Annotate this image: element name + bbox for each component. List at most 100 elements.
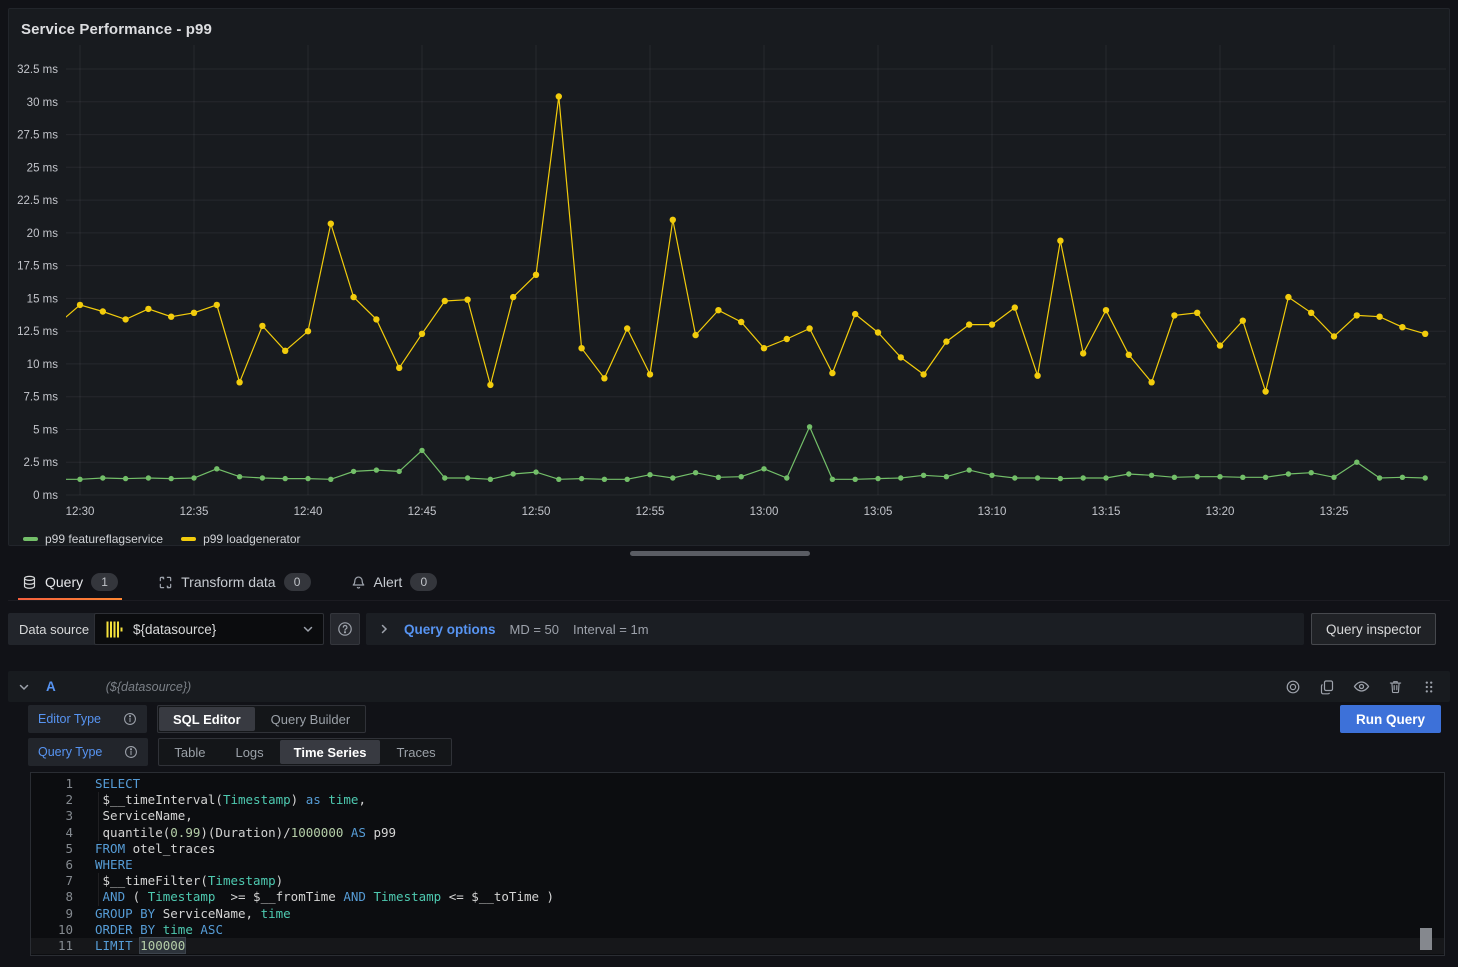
svg-text:12:30: 12:30 bbox=[66, 506, 95, 518]
code-line[interactable]: 5FROM otel_traces bbox=[31, 841, 1444, 857]
editor-type-row: Editor Type SQL EditorQuery Builder bbox=[28, 705, 366, 733]
svg-text:30 ms: 30 ms bbox=[27, 97, 59, 109]
query-options-link[interactable]: Query options bbox=[404, 622, 496, 637]
query-type-label-chip: Query Type bbox=[28, 738, 148, 766]
code-line[interactable]: 9GROUP BY ServiceName, time bbox=[31, 906, 1444, 922]
svg-text:12:45: 12:45 bbox=[408, 506, 437, 518]
code-line[interactable]: 10ORDER BY time ASC bbox=[31, 922, 1444, 938]
line-number: 1 bbox=[31, 776, 73, 792]
svg-text:13:05: 13:05 bbox=[864, 506, 893, 518]
timeseries-chart[interactable]: 0 ms2.5 ms5 ms7.5 ms10 ms12.5 ms15 ms17.… bbox=[9, 9, 1451, 547]
query-type-time-series[interactable]: Time Series bbox=[280, 740, 381, 764]
database-icon bbox=[22, 575, 37, 590]
editor-type-query-builder[interactable]: Query Builder bbox=[257, 707, 364, 731]
legend-item[interactable]: p99 loadgenerator bbox=[181, 532, 300, 546]
chart-legend: p99 featureflagservice p99 loadgenerator bbox=[23, 532, 301, 546]
legend-item[interactable]: p99 featureflagservice bbox=[23, 532, 163, 546]
line-number: 5 bbox=[31, 841, 73, 857]
info-circle-icon bbox=[123, 712, 137, 726]
legend-series-color bbox=[181, 537, 196, 541]
collapse-chevron-icon[interactable] bbox=[18, 681, 30, 693]
svg-text:27.5 ms: 27.5 ms bbox=[17, 130, 58, 142]
svg-text:25 ms: 25 ms bbox=[27, 162, 59, 174]
line-number: 2 bbox=[31, 792, 73, 808]
editor-type-options: SQL EditorQuery Builder bbox=[157, 705, 366, 733]
line-number: 3 bbox=[31, 808, 73, 824]
editor-type-sql-editor[interactable]: SQL Editor bbox=[159, 707, 255, 731]
svg-text:12:35: 12:35 bbox=[180, 506, 209, 518]
legend-series-label: p99 loadgenerator bbox=[203, 532, 300, 546]
line-number: 9 bbox=[31, 906, 73, 922]
query-type-options: TableLogsTime SeriesTraces bbox=[158, 738, 451, 766]
code-line[interactable]: 2 $__timeInterval(Timestamp) as time, bbox=[31, 792, 1444, 808]
query-ref-id: A bbox=[46, 679, 56, 694]
tab-count-badge: 0 bbox=[410, 573, 437, 591]
max-data-points-stat: MD = 50 bbox=[510, 622, 560, 637]
drag-handle-icon[interactable] bbox=[1418, 676, 1440, 698]
query-datasource-hint: (${datasource}) bbox=[106, 680, 191, 694]
code-line[interactable]: 1SELECT bbox=[31, 776, 1444, 792]
svg-text:13:10: 13:10 bbox=[978, 506, 1007, 518]
query-type-logs[interactable]: Logs bbox=[221, 740, 277, 764]
ring-icon[interactable] bbox=[1282, 676, 1304, 698]
datasource-value: ${datasource} bbox=[133, 622, 294, 637]
chevron-down-icon bbox=[302, 623, 314, 635]
query-type-table[interactable]: Table bbox=[160, 740, 219, 764]
interval-stat: Interval = 1m bbox=[573, 622, 649, 637]
svg-text:22.5 ms: 22.5 ms bbox=[17, 195, 58, 207]
svg-text:13:15: 13:15 bbox=[1092, 506, 1121, 518]
editor-tabs: Query 1 Transform data 0 Alert 0 bbox=[8, 564, 1450, 601]
query-actions bbox=[1282, 676, 1440, 698]
tab-label: Alert bbox=[374, 574, 403, 590]
editor-scrollbar-thumb[interactable] bbox=[1420, 928, 1432, 950]
line-number: 6 bbox=[31, 857, 73, 873]
trash-icon[interactable] bbox=[1384, 676, 1406, 698]
line-number: 10 bbox=[31, 922, 73, 938]
tab-label: Transform data bbox=[181, 574, 275, 590]
svg-text:17.5 ms: 17.5 ms bbox=[17, 261, 58, 273]
query-type-row: Query Type TableLogsTime SeriesTraces bbox=[28, 738, 452, 766]
run-query-button[interactable]: Run Query bbox=[1340, 705, 1441, 733]
code-line[interactable]: 11LIMIT 100000 bbox=[31, 938, 1444, 954]
query-row-header[interactable]: A (${datasource}) bbox=[8, 671, 1450, 702]
bell-icon bbox=[351, 575, 366, 590]
query-type-traces[interactable]: Traces bbox=[382, 740, 449, 764]
svg-text:32.5 ms: 32.5 ms bbox=[17, 64, 58, 76]
eye-icon[interactable] bbox=[1350, 676, 1372, 698]
query-type-label: Query Type bbox=[38, 745, 102, 759]
tab-query[interactable]: Query 1 bbox=[20, 564, 120, 600]
horizontal-scrollbar[interactable] bbox=[630, 551, 810, 556]
svg-text:13:20: 13:20 bbox=[1206, 506, 1235, 518]
svg-text:13:00: 13:00 bbox=[750, 506, 779, 518]
svg-text:10 ms: 10 ms bbox=[27, 359, 59, 371]
tab-count-badge: 1 bbox=[91, 573, 118, 591]
editor-type-label: Editor Type bbox=[38, 712, 101, 726]
copy-icon[interactable] bbox=[1316, 676, 1338, 698]
line-number: 11 bbox=[31, 938, 73, 954]
tab-count-badge: 0 bbox=[284, 573, 311, 591]
sql-code-editor[interactable]: 1SELECT2 $__timeInterval(Timestamp) as t… bbox=[30, 772, 1445, 956]
datasource-help-button[interactable] bbox=[330, 613, 360, 645]
line-number: 4 bbox=[31, 825, 73, 841]
query-options-bar: Query options MD = 50 Interval = 1m bbox=[366, 613, 1304, 645]
tab-transform-data[interactable]: Transform data 0 bbox=[156, 564, 312, 600]
tab-label: Query bbox=[45, 574, 83, 590]
code-line[interactable]: 7 $__timeFilter(Timestamp) bbox=[31, 873, 1444, 889]
code-line[interactable]: 8 AND ( Timestamp >= $__fromTime AND Tim… bbox=[31, 889, 1444, 905]
chevron-right-icon[interactable] bbox=[378, 623, 390, 635]
code-line[interactable]: 3 ServiceName, bbox=[31, 808, 1444, 824]
tab-alert[interactable]: Alert 0 bbox=[349, 564, 440, 600]
panel-title: Service Performance - p99 bbox=[21, 21, 212, 38]
datasource-picker[interactable]: ${datasource} bbox=[94, 613, 324, 645]
timeseries-panel: 0 ms2.5 ms5 ms7.5 ms10 ms12.5 ms15 ms17.… bbox=[8, 8, 1450, 546]
svg-text:12:40: 12:40 bbox=[294, 506, 323, 518]
query-inspector-button[interactable]: Query inspector bbox=[1311, 613, 1436, 645]
transform-icon bbox=[158, 575, 173, 590]
svg-text:12.5 ms: 12.5 ms bbox=[17, 326, 58, 338]
code-line[interactable]: 6WHERE bbox=[31, 857, 1444, 873]
query-toolbar: Data source ${datasource} Query options … bbox=[8, 613, 1450, 645]
code-line[interactable]: 4 quantile(0.99)(Duration)/1000000 AS p9… bbox=[31, 825, 1444, 841]
legend-series-label: p99 featureflagservice bbox=[45, 532, 163, 546]
question-circle-icon bbox=[337, 621, 353, 637]
svg-text:7.5 ms: 7.5 ms bbox=[23, 392, 58, 404]
